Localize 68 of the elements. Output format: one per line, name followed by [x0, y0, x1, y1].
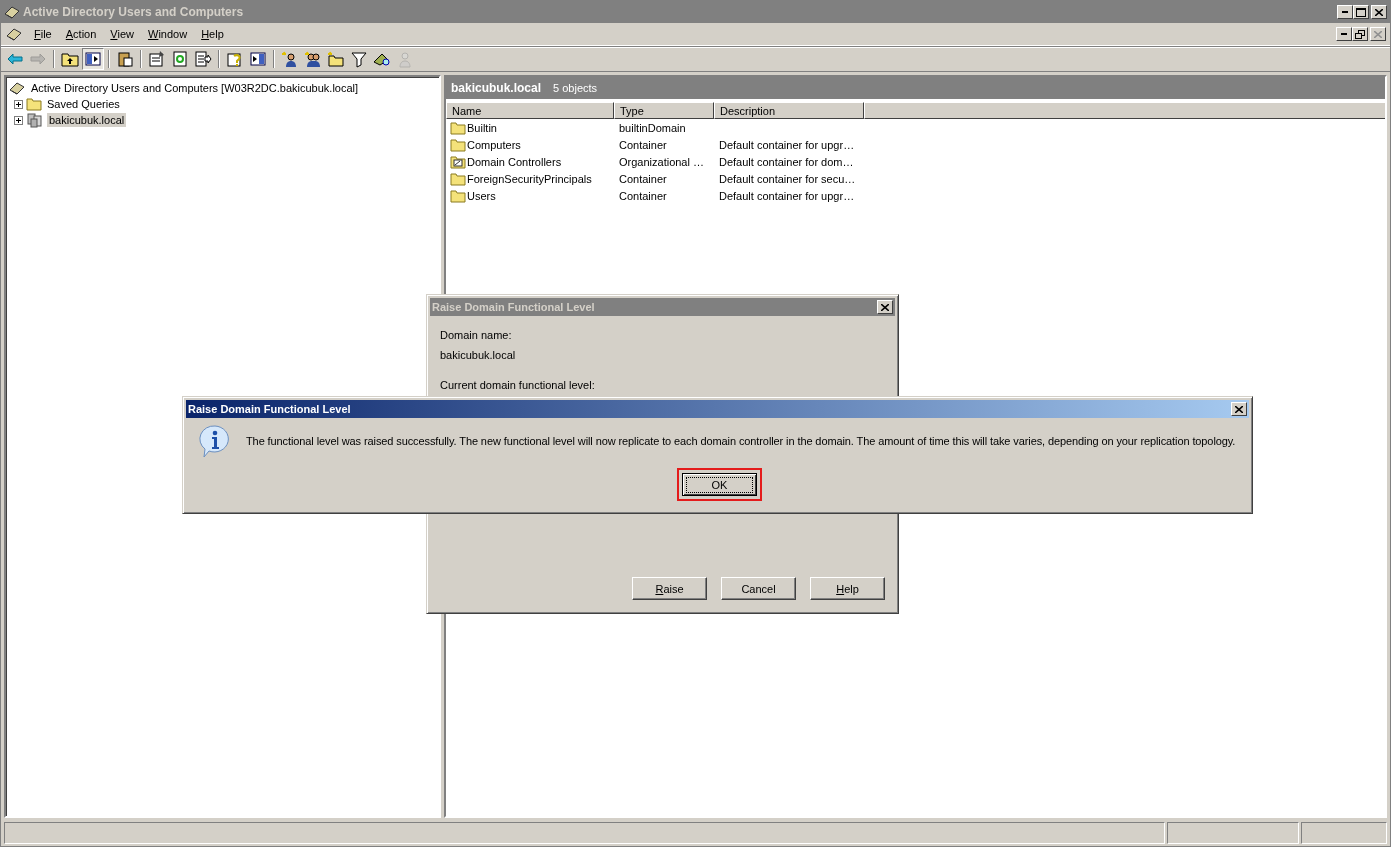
close-icon	[1375, 8, 1383, 16]
menu-item[interactable]: File	[27, 28, 59, 40]
close-button[interactable]	[1231, 402, 1247, 416]
maximize-button[interactable]	[1353, 5, 1369, 19]
restore-icon	[1355, 29, 1365, 39]
menu-item[interactable]: Help	[194, 28, 231, 40]
close-button[interactable]	[877, 300, 893, 314]
column-header[interactable]: Name	[446, 102, 614, 119]
dialog-text: bakicubuk.local	[440, 349, 517, 363]
table-cell: Container	[619, 172, 667, 185]
close-icon	[1235, 405, 1243, 413]
table-cell: Default container for upgr…	[719, 189, 855, 202]
table-cell: Container	[619, 138, 667, 151]
object-count: 5 objects	[553, 82, 598, 94]
expand-icon[interactable]	[14, 99, 23, 109]
dialog-button[interactable]: Raise	[632, 577, 707, 600]
menu-item[interactable]: Action	[58, 28, 104, 40]
table-cell: Default container for upgr…	[719, 138, 855, 151]
list-item-name[interactable]: Users	[467, 189, 496, 202]
table-cell: Default container for dom…	[719, 155, 854, 168]
domain-icon	[26, 112, 44, 128]
close-button[interactable]	[1370, 27, 1386, 41]
dialog-title: Raise Domain Functional Level	[432, 301, 595, 313]
close-icon	[1374, 30, 1382, 38]
column-header[interactable]: Description	[714, 102, 864, 119]
close-icon	[881, 303, 889, 311]
list-item-name[interactable]: Builtin	[467, 121, 497, 134]
minimize-button[interactable]	[1337, 5, 1353, 19]
restore-button[interactable]	[1352, 27, 1368, 41]
table-cell: builtinDomain	[619, 121, 686, 134]
dialog-button[interactable]: Help	[810, 577, 885, 600]
column-header[interactable]: Type	[614, 102, 714, 119]
table-cell: Organizational …	[619, 155, 704, 168]
app-icon	[4, 5, 20, 19]
table-cell: Default container for secu…	[719, 172, 856, 185]
dialog-text: Domain name:	[440, 329, 513, 343]
folder-icon	[450, 171, 466, 186]
organizational-unit-icon	[450, 154, 466, 169]
list-item-name[interactable]: Computers	[467, 138, 521, 151]
maximize-icon	[1356, 7, 1366, 17]
dialog-button[interactable]: Cancel	[721, 577, 796, 600]
information-icon	[198, 424, 232, 458]
menu-item[interactable]: View	[103, 28, 141, 40]
console-icon	[5, 27, 23, 41]
minimize-icon	[1341, 33, 1347, 35]
tree-item[interactable]: Active Directory Users and Computers [W03R2DC.bakicubuk.local]	[29, 81, 361, 95]
table-cell: Container	[619, 189, 667, 202]
list-export-icon[interactable]	[192, 48, 214, 70]
message-text: The functional level was raised successfully. The new functional level will now replicate to each domain controller in the domain. The amount of time this will take varies, depending on your replication topology.	[246, 435, 1236, 447]
tree-item[interactable]: bakicubuk.local	[47, 113, 127, 127]
dialog-text: Current domain functional level:	[440, 379, 596, 393]
window-title: Active Directory Users and Computers	[23, 5, 245, 19]
list-item-name[interactable]: ForeignSecurityPrincipals	[467, 172, 592, 185]
folder-icon	[450, 137, 466, 152]
console-icon	[8, 81, 26, 95]
list-item-name[interactable]: Domain Controllers	[467, 155, 562, 168]
dialog-title: Raise Domain Functional Level	[188, 403, 351, 415]
minimize-icon	[1342, 11, 1348, 13]
expand-icon[interactable]	[14, 115, 23, 125]
ok-button[interactable]: OK	[682, 473, 757, 496]
menu-item[interactable]: Window	[141, 28, 195, 40]
folder-icon	[450, 188, 466, 203]
pane-title: bakicubuk.local	[451, 81, 542, 95]
minimize-button[interactable]	[1336, 27, 1352, 41]
close-button[interactable]	[1371, 5, 1387, 19]
split-pane-icon[interactable]	[82, 48, 104, 70]
tree-item[interactable]: Saved Queries	[45, 97, 122, 111]
folder-icon	[26, 97, 42, 111]
